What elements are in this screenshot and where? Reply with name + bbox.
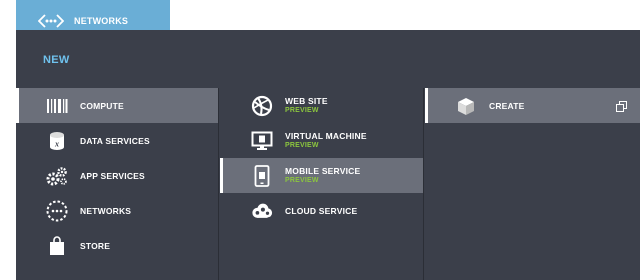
service-web-site[interactable]: WEB SITE PREVIEW: [220, 88, 423, 123]
preview-badge: PREVIEW: [285, 141, 319, 149]
category-list: COMPUTE x DATA SERVICES APP SERVICES NET…: [16, 88, 219, 280]
compute-icon: [46, 95, 68, 117]
service-list: WEB SITE PREVIEW VIRTUAL MACHINE PREVIEW: [220, 88, 424, 280]
networks-icon: [46, 200, 68, 222]
category-data-services[interactable]: x DATA SERVICES: [16, 123, 218, 158]
preview-badge: PREVIEW: [285, 106, 319, 114]
create-action[interactable]: CREATE: [425, 88, 640, 123]
action-list: CREATE: [425, 88, 640, 280]
service-label: VIRTUAL MACHINE: [285, 130, 367, 141]
category-compute[interactable]: COMPUTE: [16, 88, 218, 123]
svg-text:x: x: [54, 139, 59, 148]
cloud-service-icon: [251, 200, 273, 222]
service-cloud-service[interactable]: CLOUD SERVICE: [220, 193, 423, 228]
web-site-icon: [251, 95, 273, 117]
category-label: DATA SERVICES: [80, 135, 150, 146]
open-window-icon[interactable]: [616, 99, 627, 117]
data-services-icon: x: [46, 130, 68, 152]
store-icon: [46, 235, 68, 257]
category-label: STORE: [80, 240, 111, 251]
service-mobile-service[interactable]: MOBILE SERVICE PREVIEW: [220, 158, 423, 193]
category-networks[interactable]: NETWORKS: [16, 193, 218, 228]
create-box-icon: [455, 95, 477, 117]
app-services-icon: [46, 165, 68, 187]
flyout-title: NEW: [43, 54, 70, 66]
category-app-services[interactable]: APP SERVICES: [16, 158, 218, 193]
networks-icon: [38, 13, 64, 29]
new-flyout-panel: NEW COMPUTE x DATA SERVICES APP SERVICES…: [16, 30, 640, 280]
category-label: NETWORKS: [80, 205, 132, 216]
service-label: MOBILE SERVICE: [285, 165, 361, 176]
service-label: CLOUD SERVICE: [285, 205, 358, 216]
service-label: WEB SITE: [285, 95, 328, 106]
preview-badge: PREVIEW: [285, 176, 319, 184]
category-label: COMPUTE: [80, 100, 124, 111]
service-virtual-machine[interactable]: VIRTUAL MACHINE PREVIEW: [220, 123, 423, 158]
category-label: APP SERVICES: [80, 170, 145, 181]
mobile-service-icon: [251, 164, 273, 187]
background-nav-label: NETWORKS: [74, 16, 129, 26]
virtual-machine-icon: [251, 130, 273, 152]
category-store[interactable]: STORE: [16, 228, 218, 263]
create-label: CREATE: [489, 100, 525, 111]
